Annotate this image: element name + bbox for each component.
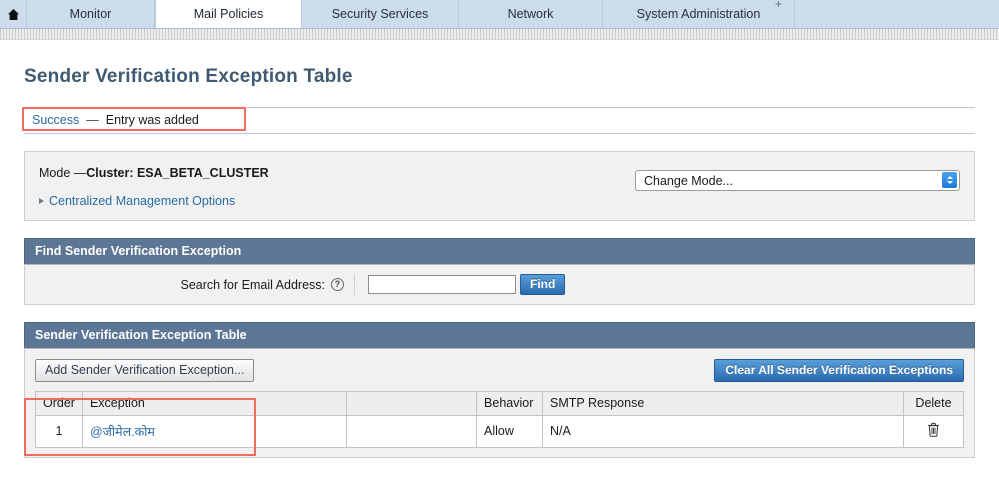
cell-order: 1 (35, 415, 83, 448)
chevron-up-icon (946, 176, 953, 179)
exception-link[interactable]: @जीमेल.कोम (90, 425, 155, 439)
column-header-smtp-response: SMTP Response (542, 391, 904, 416)
select-stepper-arrows-icon[interactable] (942, 172, 957, 188)
cluster-mode-panel: Mode —Cluster: ESA_BETA_CLUSTER Centrali… (24, 151, 975, 221)
home-button[interactable] (0, 0, 27, 28)
centralized-management-options-link[interactable]: Centralized Management Options (39, 194, 960, 208)
top-navigation-bar: Monitor Mail Policies Security Services … (0, 0, 999, 29)
exception-table-body: 1 @जीमेल.कोम Allow N/A (35, 415, 964, 448)
chevron-right-icon (39, 198, 44, 204)
column-header-delete: Delete (903, 391, 964, 416)
find-button[interactable]: Find (520, 274, 566, 295)
nav-tab-system-administration[interactable]: System Administration (603, 0, 795, 28)
mode-prefix-label: Mode — (39, 166, 87, 180)
table-section-heading: Sender Verification Exception Table (24, 322, 975, 348)
nav-tab-monitor-label: Monitor (69, 7, 112, 21)
column-header-behavior: Behavior (476, 391, 544, 416)
column-header-order: Order (35, 391, 83, 416)
nav-tab-monitor[interactable]: Monitor (27, 0, 155, 28)
search-label-cell: Search for Email Address: ? (35, 274, 355, 295)
search-label: Search for Email Address: (180, 277, 325, 292)
home-icon (7, 8, 20, 21)
exception-table-section: Sender Verification Exception Table Add … (24, 322, 975, 458)
cell-spacer (346, 415, 478, 448)
nav-tab-network[interactable]: Network (459, 0, 603, 28)
change-mode-selected-value: Change Mode... (644, 173, 733, 188)
nav-tab-list: Monitor Mail Policies Security Services … (27, 0, 795, 28)
status-dash: — (86, 113, 99, 127)
mode-cluster-label: Cluster: (86, 166, 134, 180)
cluster-name-value: ESA_BETA_CLUSTER (136, 166, 269, 180)
trash-icon[interactable] (927, 422, 940, 440)
cell-delete (903, 415, 964, 448)
column-header-spacer (346, 391, 478, 416)
table-toolbar: Add Sender Verification Exception... Cle… (35, 358, 964, 391)
change-mode-select-wrapper: Change Mode... (635, 170, 960, 191)
table-row: 1 @जीमेल.कोम Allow N/A (35, 415, 964, 448)
change-mode-select[interactable]: Change Mode... (635, 170, 960, 191)
table-section-body: Add Sender Verification Exception... Cle… (24, 348, 975, 458)
nav-tab-mail-policies[interactable]: Mail Policies (155, 0, 302, 28)
chevron-down-icon (946, 181, 953, 184)
nav-tab-network-label: Network (507, 7, 554, 21)
status-message-text: Entry was added (105, 113, 199, 127)
page-content: Sender Verification Exception Table Succ… (0, 66, 999, 458)
find-section-heading: Find Sender Verification Exception (24, 238, 975, 264)
cell-exception: @जीमेल.कोम (81, 415, 348, 448)
cell-behavior: Allow (476, 415, 544, 448)
find-controls: Find (355, 274, 566, 295)
column-header-exception: Exception (81, 391, 348, 416)
status-message-banner: Success — Entry was added (22, 107, 975, 134)
page-title: Sender Verification Exception Table (24, 66, 353, 87)
nav-tab-security-services[interactable]: Security Services (302, 0, 459, 28)
table-header-row: Order Exception Behavior SMTP Response D… (35, 391, 964, 416)
nav-divider-strip (0, 29, 999, 40)
nav-filler (795, 0, 999, 28)
nav-tab-system-administration-label: System Administration (636, 7, 761, 21)
add-sender-verification-exception-button[interactable]: Add Sender Verification Exception... (35, 359, 255, 382)
find-section-body: Search for Email Address: ? Find (24, 264, 975, 305)
status-message-line: Success — Entry was added (24, 113, 975, 127)
exception-table-head: Order Exception Behavior SMTP Response D… (35, 391, 964, 416)
find-row: Search for Email Address: ? Find (35, 274, 964, 295)
status-badge: Success (32, 113, 80, 127)
search-email-input[interactable] (368, 275, 516, 294)
nav-tab-security-services-label: Security Services (331, 7, 429, 21)
clear-all-exceptions-button[interactable]: Clear All Sender Verification Exceptions (714, 359, 964, 382)
nav-tab-mail-policies-label: Mail Policies (193, 7, 264, 21)
exception-table: Order Exception Behavior SMTP Response D… (35, 391, 964, 448)
help-icon[interactable]: ? (331, 278, 344, 291)
centralized-management-options-label: Centralized Management Options (49, 194, 236, 208)
cell-smtp-response: N/A (542, 415, 904, 448)
find-exception-section: Find Sender Verification Exception Searc… (24, 238, 975, 305)
